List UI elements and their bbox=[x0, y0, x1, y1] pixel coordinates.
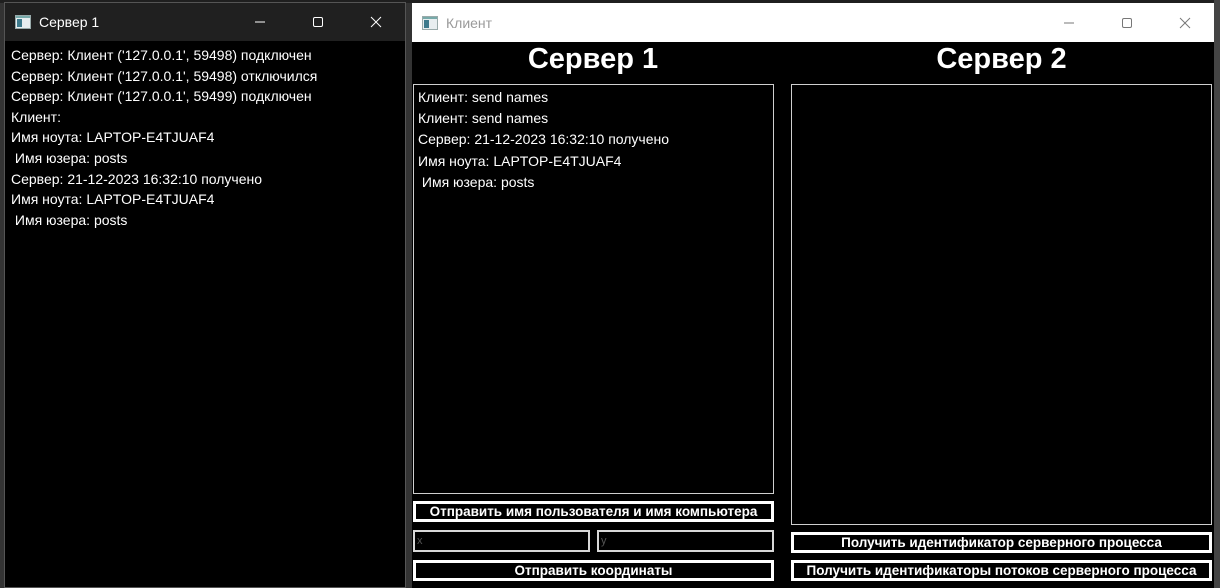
log-line: Клиент: send names bbox=[418, 89, 549, 105]
server2-heading: Сервер 2 bbox=[936, 43, 1067, 75]
minimize-button[interactable] bbox=[231, 3, 289, 41]
log-line: Имя юзера: posts bbox=[418, 173, 535, 190]
client-window-title: Клиент bbox=[446, 14, 493, 31]
get-process-id-button-label: Получить идентификатор серверного процес… bbox=[794, 535, 1209, 550]
get-process-id-button[interactable]: Получить идентификатор серверного процес… bbox=[791, 532, 1212, 553]
console-line: Сервер: Клиент ('127.0.0.1', 59498) откл… bbox=[11, 67, 318, 84]
console-line: Имя ноута: LAPTOP-E4TJUAF4 bbox=[11, 129, 215, 146]
console-line: Сервер: Клиент ('127.0.0.1', 59498) подк… bbox=[11, 47, 312, 63]
server-window: Сервер 1 Сервер: Клиент ('127.0.0.1', 59… bbox=[4, 2, 406, 588]
console-line: Имя юзера: posts bbox=[11, 149, 128, 166]
close-button[interactable] bbox=[347, 3, 405, 41]
console-line: Имя ноута: LAPTOP-E4TJUAF4 bbox=[11, 191, 215, 208]
server-window-title: Сервер 1 bbox=[39, 14, 100, 30]
send-names-button[interactable]: Отправить имя пользователя и имя компьют… bbox=[413, 501, 774, 522]
send-coordinates-button[interactable]: Отправить координаты bbox=[413, 560, 774, 581]
y-coordinate-input[interactable] bbox=[597, 530, 774, 552]
close-icon bbox=[370, 16, 382, 28]
server1-log[interactable]: Клиент: send names Клиент: send names Се… bbox=[413, 84, 774, 494]
log-line: Клиент: send names bbox=[418, 110, 549, 127]
client-window-titlebar[interactable]: Клиент bbox=[412, 3, 1214, 42]
maximize-button[interactable] bbox=[1098, 3, 1156, 42]
server-window-titlebar[interactable]: Сервер 1 bbox=[5, 3, 405, 41]
server1-heading: Сервер 1 bbox=[527, 43, 659, 75]
server-console-log[interactable]: Сервер: Клиент ('127.0.0.1', 59498) подк… bbox=[5, 41, 405, 234]
app-window-icon bbox=[15, 15, 31, 29]
minimize-icon bbox=[1064, 22, 1074, 23]
console-line: Имя юзера: posts bbox=[11, 211, 128, 228]
get-thread-ids-button-label: Получить идентификаторы потоков серверно… bbox=[794, 563, 1209, 578]
maximize-button[interactable] bbox=[289, 3, 347, 41]
client-window-caption-buttons bbox=[1040, 3, 1214, 42]
log-line: Имя ноута: LAPTOP-E4TJUAF4 bbox=[418, 152, 622, 169]
server2-log[interactable] bbox=[791, 84, 1212, 525]
client-window: Клиент Сервер 1 Клиент: send names Клиен… bbox=[412, 3, 1214, 588]
minimize-icon bbox=[255, 21, 265, 23]
send-names-button-label: Отправить имя пользователя и имя компьют… bbox=[416, 504, 771, 519]
console-line: Сервер: Клиент ('127.0.0.1', 59499) подк… bbox=[11, 88, 312, 105]
console-line: Сервер: 21-12-2023 16:32:10 получено bbox=[11, 170, 263, 187]
close-icon bbox=[1179, 17, 1191, 28]
minimize-button[interactable] bbox=[1040, 3, 1098, 42]
app-window-icon bbox=[422, 15, 438, 30]
send-coordinates-button-label: Отправить координаты bbox=[416, 563, 771, 578]
maximize-icon bbox=[313, 17, 323, 27]
server-window-caption-buttons bbox=[231, 3, 405, 41]
desktop-edge bbox=[1214, 0, 1220, 588]
console-line: Клиент: bbox=[11, 108, 61, 125]
close-button[interactable] bbox=[1156, 3, 1214, 42]
log-line: Сервер: 21-12-2023 16:32:10 получено bbox=[418, 131, 670, 148]
x-coordinate-input[interactable] bbox=[413, 530, 590, 552]
desktop: Сервер 1 Сервер: Клиент ('127.0.0.1', 59… bbox=[0, 0, 1220, 588]
get-thread-ids-button[interactable]: Получить идентификаторы потоков серверно… bbox=[791, 560, 1212, 581]
maximize-icon bbox=[1122, 17, 1132, 28]
